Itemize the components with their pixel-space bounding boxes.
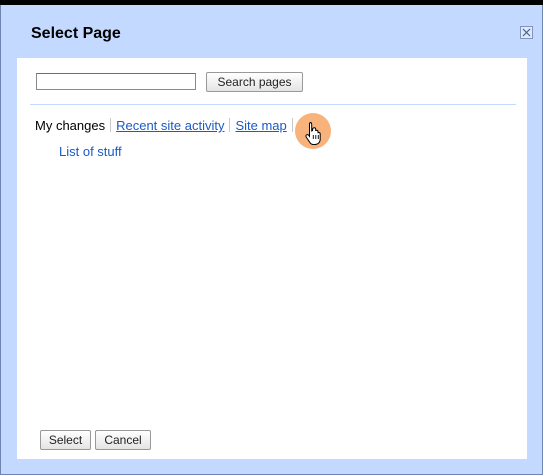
close-icon xyxy=(522,28,531,37)
divider xyxy=(30,104,516,105)
select-button[interactable]: Select xyxy=(40,430,91,450)
tab-site-map[interactable]: Site map xyxy=(235,118,286,133)
view-tabs: My changes Recent site activity Site map xyxy=(35,118,298,133)
screen: Select Page Search pages My changes Recen… xyxy=(0,0,543,476)
page-list-item[interactable]: List of stuff xyxy=(59,144,122,159)
select-page-dialog: Select Page Search pages My changes Recen… xyxy=(0,5,543,475)
tab-my-changes[interactable]: My changes xyxy=(35,118,105,133)
tab-separator xyxy=(291,118,293,132)
tab-separator xyxy=(229,118,231,132)
dialog-content: Search pages My changes Recent site activ… xyxy=(17,58,527,459)
cancel-button[interactable]: Cancel xyxy=(95,430,151,450)
search-pages-button[interactable]: Search pages xyxy=(206,72,303,92)
tab-recent-site-activity[interactable]: Recent site activity xyxy=(116,118,224,133)
hand-pointer-icon xyxy=(305,122,321,145)
tab-separator xyxy=(110,118,112,132)
dialog-title: Select Page xyxy=(31,25,121,42)
close-button[interactable] xyxy=(520,26,533,39)
search-input[interactable] xyxy=(36,73,196,90)
